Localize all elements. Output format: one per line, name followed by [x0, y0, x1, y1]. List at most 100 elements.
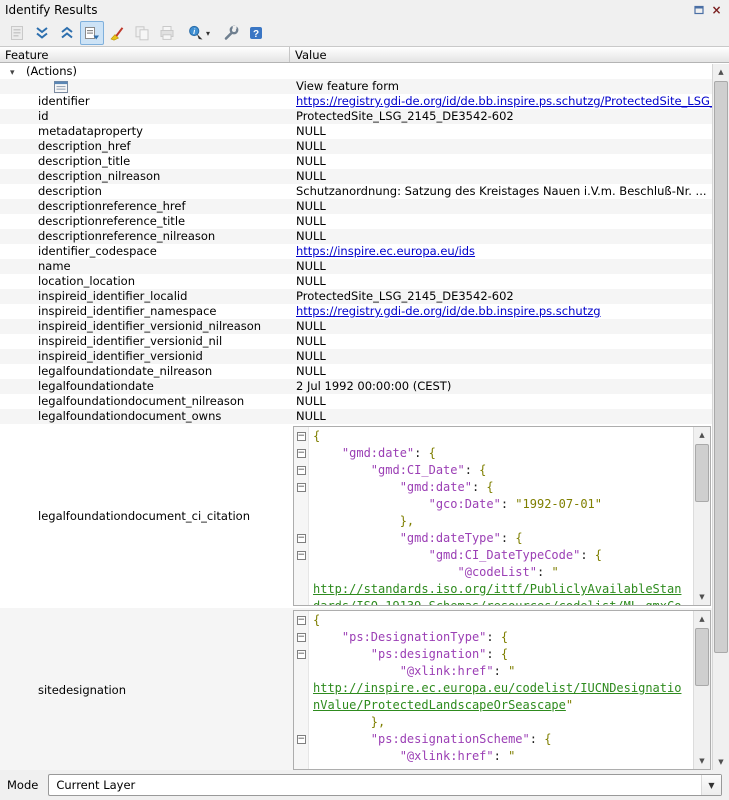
feature-cell: description_title	[0, 154, 290, 169]
value-text: NULL	[296, 409, 326, 423]
expand-all-button[interactable]	[30, 21, 54, 45]
collapse-all-button[interactable]	[55, 21, 79, 45]
code-line: nValue/ProtectedLandscapeOrSeascape"	[313, 697, 690, 714]
fold-gutter-cell: −	[294, 629, 308, 646]
fold-gutter-cell	[294, 598, 308, 606]
scroll-up-icon[interactable]: ▲	[713, 64, 729, 80]
expand-new-results-icon	[84, 25, 100, 41]
code-scrollbar[interactable]: ▲▼	[693, 427, 710, 605]
scroll-up-icon[interactable]: ▲	[694, 611, 710, 627]
fold-collapse-icon[interactable]: −	[297, 466, 306, 475]
value-text: ProtectedSite_LSG_2145_DE3542-602	[296, 109, 514, 123]
value-cell: https://registry.gdi-de.org/id/de.bb.ins…	[290, 304, 713, 319]
fold-collapse-icon[interactable]: −	[297, 650, 306, 659]
fold-collapse-icon[interactable]: −	[297, 616, 306, 625]
feature-label: id	[0, 109, 49, 124]
close-panel-button[interactable]: ×	[709, 3, 724, 18]
fold-collapse-icon[interactable]: −	[297, 534, 306, 543]
fold-collapse-icon[interactable]: −	[297, 432, 306, 441]
identify-settings-icon	[223, 25, 239, 41]
feature-label: description_nilreason	[0, 169, 160, 184]
value-link[interactable]: https://registry.gdi-de.org/id/de.bb.ins…	[296, 94, 713, 108]
scrollbar-thumb[interactable]	[695, 628, 709, 686]
sitedesignation-code-view: − − − −{ "ps:DesignationType": { "ps:design…	[293, 610, 711, 770]
column-header-feature[interactable]: Feature	[0, 47, 290, 62]
value-cell: NULL	[290, 154, 713, 169]
value-link[interactable]: https://registry.gdi-de.org/id/de.bb.ins…	[296, 304, 601, 318]
identify-settings-button[interactable]	[219, 21, 243, 45]
value-link[interactable]: https://inspire.ec.europa.eu/ids	[296, 244, 475, 258]
feature-label: location_location	[0, 274, 135, 289]
table-row: legalfoundationdate2 Jul 1992 00:00:00 (…	[0, 379, 713, 394]
scroll-down-icon[interactable]: ▼	[713, 754, 729, 770]
code-token: {	[486, 480, 493, 494]
feature-cell: description_href	[0, 139, 290, 154]
expander-icon[interactable]: ▾	[0, 66, 26, 79]
code-token: "	[508, 664, 515, 678]
table-row: inspireid_identifier_namespacehttps://re…	[0, 304, 713, 319]
fold-collapse-icon[interactable]: −	[297, 551, 306, 560]
code-token: "gco:Date"	[429, 497, 501, 511]
fold-collapse-icon[interactable]: −	[297, 449, 306, 458]
code-scrollbar[interactable]: ▲▼	[693, 611, 710, 769]
fold-collapse-icon[interactable]: −	[297, 735, 306, 744]
feature-label: descriptionreference_title	[0, 214, 185, 229]
feature-cell: descriptionreference_href	[0, 199, 290, 214]
code-area[interactable]: { "ps:DesignationType": { "ps:designatio…	[309, 611, 694, 769]
code-line: http://standards.iso.org/ittf/PubliclyAv…	[313, 581, 690, 598]
code-area[interactable]: { "gmd:date": { "gmd:CI_Date": { "gmd:da…	[309, 427, 694, 605]
identify-mode-icon: i	[188, 25, 204, 41]
scroll-down-icon[interactable]: ▼	[694, 753, 710, 769]
help-button[interactable]: ?	[244, 21, 268, 45]
value-text: NULL	[296, 214, 326, 228]
fold-gutter-cell: −	[294, 612, 308, 629]
fold-collapse-icon[interactable]: −	[297, 633, 306, 642]
fold-collapse-icon[interactable]: −	[297, 483, 306, 492]
value-text: Schutzanordnung: Satzung des Kreistages …	[296, 184, 707, 198]
feature-label: legalfoundationdocument_owns	[0, 409, 221, 424]
value-cell: NULL	[290, 274, 713, 289]
fold-gutter-cell: −	[294, 479, 308, 496]
feature-label: sitedesignation	[0, 683, 126, 698]
code-token: :	[501, 497, 515, 511]
code-token: "ps:designation"	[371, 647, 487, 661]
code-link[interactable]: http://inspire.ec.europa.eu/codelist/IUC…	[313, 681, 681, 695]
value-text: NULL	[296, 199, 326, 213]
code-link[interactable]: dards/ISO_19139_Schemas/resources/codeli…	[313, 599, 681, 605]
feature-form-icon[interactable]	[54, 79, 68, 94]
feature-label: legalfoundationdocument_nilreason	[0, 394, 244, 409]
feature-label: inspireid_identifier_versionid_nilreason	[0, 319, 261, 334]
expand-new-results-button[interactable]	[80, 21, 104, 45]
scrollbar-thumb[interactable]	[695, 444, 709, 502]
code-token: {	[544, 732, 551, 746]
value-text: NULL	[296, 364, 326, 378]
code-token: "@xlink:href"	[400, 664, 494, 678]
code-token	[313, 497, 429, 511]
scroll-down-icon[interactable]: ▼	[694, 589, 710, 605]
code-token: "@xlink:href"	[400, 749, 494, 763]
code-link[interactable]: http://standards.iso.org/ittf/PubliclyAv…	[313, 582, 681, 596]
code-line: "ps:designation": {	[313, 646, 690, 663]
panel-title: Identify Results	[5, 3, 97, 17]
clear-results-button[interactable]	[105, 21, 129, 45]
open-form-button	[5, 21, 29, 45]
code-link[interactable]: nValue/ProtectedLandscapeOrSeascape	[313, 698, 566, 712]
identify-mode-button[interactable]: i▾	[180, 21, 218, 45]
code-token: "ps:designationScheme"	[371, 732, 530, 746]
action-label[interactable]: View feature form	[296, 79, 399, 93]
scroll-up-icon[interactable]: ▲	[694, 427, 710, 443]
column-header-value[interactable]: Value	[290, 47, 729, 62]
code-token: },	[400, 514, 414, 528]
table-row: identifier_codespace https://inspire.ec.e…	[0, 244, 713, 259]
mode-select[interactable]: Current Layer ▼	[48, 774, 722, 796]
code-token: "ps:DesignationType"	[342, 630, 487, 644]
code-token: {	[501, 647, 508, 661]
scrollbar-thumb[interactable]	[714, 81, 728, 653]
float-panel-button[interactable]	[691, 3, 706, 18]
code-token: "gmd:dateType"	[400, 531, 501, 545]
table-row: descriptionSchutzanordnung: Satzung des …	[0, 184, 713, 199]
main-scrollbar[interactable]: ▲ ▼	[712, 64, 729, 770]
value-text: ProtectedSite_LSG_2145_DE3542-602	[296, 289, 514, 303]
feature-label: identifier_codespace	[0, 244, 157, 259]
feature-label: legalfoundationdate	[0, 379, 154, 394]
